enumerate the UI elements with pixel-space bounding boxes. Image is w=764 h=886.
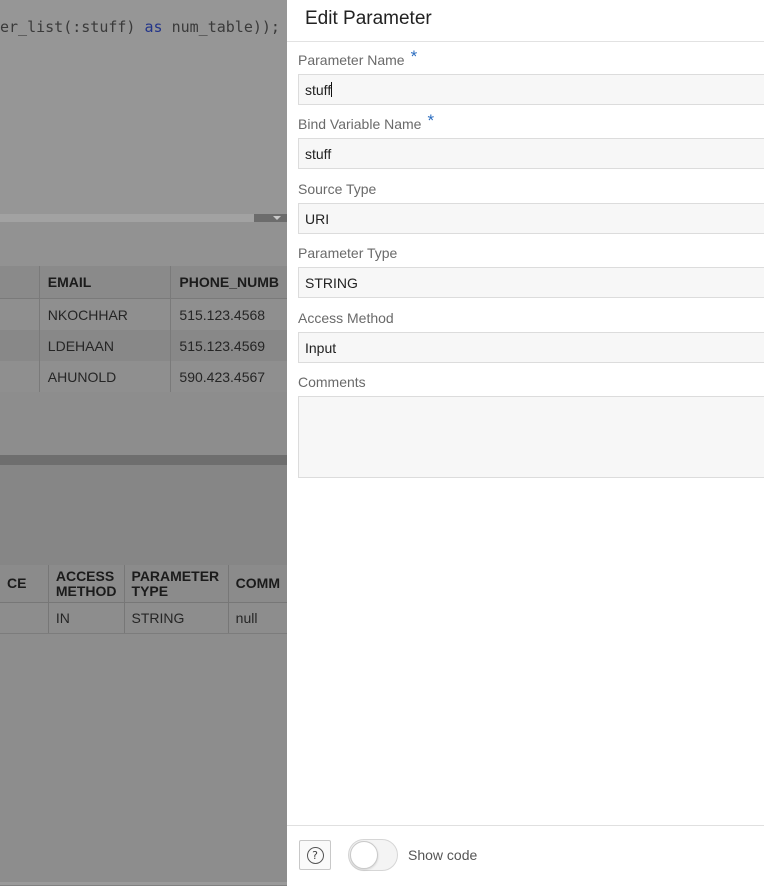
table-row[interactable]: NKOCHHAR 515.123.4568	[0, 298, 287, 330]
toggle-knob	[350, 841, 378, 869]
column-header-email[interactable]: EMAIL	[38, 266, 171, 299]
panel-header-band	[0, 465, 287, 565]
column-header-blank	[0, 266, 40, 299]
comments-label-text: Comments	[298, 374, 366, 390]
table-cell	[0, 361, 40, 392]
parameter-type-select[interactable]: STRING	[298, 267, 764, 298]
table-cell: LDEHAAN	[38, 330, 171, 361]
column-header-comments[interactable]: COMM	[227, 565, 287, 603]
table-cell: NKOCHHAR	[38, 298, 171, 330]
show-code-label: Show code	[408, 847, 478, 863]
results-grid: EMAIL PHONE_NUMB NKOCHHAR 515.123.4568 L…	[0, 266, 287, 392]
column-header-phone[interactable]: PHONE_NUMB	[170, 266, 287, 299]
results-toolbar	[0, 222, 287, 266]
bind-variable-name-value: stuff	[305, 145, 332, 162]
source-type-field: Source Type URI	[298, 181, 764, 234]
table-cell	[0, 330, 40, 361]
column-header-source[interactable]: CE	[0, 565, 49, 603]
bind-variable-name-label: Bind Variable Name *	[298, 111, 764, 138]
table-cell: AHUNOLD	[38, 361, 171, 392]
background-app: er_list(:stuff) as num_table)); EMAIL PH…	[0, 0, 287, 885]
column-header-parameter-type[interactable]: PARAMETER TYPE	[123, 565, 229, 603]
edit-parameter-panel: Edit Parameter Parameter Name * stuff Bi…	[287, 0, 764, 886]
bind-variable-name-field: Bind Variable Name * stuff	[298, 111, 764, 169]
parameter-type-label: Parameter Type	[298, 245, 764, 267]
comments-field: Comments	[298, 374, 764, 478]
code-text-suffix: num_table));	[162, 18, 280, 36]
bind-variable-name-label-text: Bind Variable Name	[298, 116, 422, 132]
source-type-label-text: Source Type	[298, 181, 377, 197]
source-type-label: Source Type	[298, 181, 764, 203]
code-keyword: as	[144, 18, 163, 36]
required-marker: *	[427, 111, 435, 130]
table-cell: 515.123.4568	[170, 298, 287, 330]
show-code-toggle[interactable]	[348, 839, 398, 871]
table-cell: STRING	[123, 602, 229, 634]
help-icon: ?	[306, 846, 324, 864]
parameter-type-field: Parameter Type STRING	[298, 245, 764, 298]
table-row[interactable]: AHUNOLD 590.423.4567	[0, 361, 287, 392]
text-caret	[331, 82, 333, 97]
code-editor[interactable]: er_list(:stuff) as num_table));	[0, 0, 287, 214]
access-method-label: Access Method	[298, 310, 764, 332]
code-text: er_list(:stuff)	[0, 18, 145, 36]
table-cell	[0, 298, 40, 330]
panel-footer: ? Show code	[287, 825, 764, 886]
code-line: er_list(:stuff) as num_table));	[0, 18, 280, 36]
parameter-name-label: Parameter Name *	[298, 47, 764, 74]
panel-divider	[287, 41, 764, 42]
access-method-value: Input	[305, 339, 337, 356]
source-type-select[interactable]: URI	[298, 203, 764, 234]
required-marker: *	[410, 47, 418, 66]
parameter-type-label-text: Parameter Type	[298, 245, 398, 261]
source-type-value: URI	[305, 210, 330, 227]
comments-label: Comments	[298, 374, 764, 396]
table-cell: null	[227, 602, 287, 634]
access-method-label-text: Access Method	[298, 310, 394, 326]
parameter-type-value: STRING	[305, 274, 358, 291]
help-button[interactable]: ?	[299, 840, 331, 870]
access-method-select[interactable]: Input	[298, 332, 764, 363]
collapse-grip-icon[interactable]	[254, 214, 287, 222]
table-cell: IN	[47, 602, 125, 634]
editor-splitter[interactable]	[0, 214, 287, 222]
panel-title: Edit Parameter	[305, 8, 432, 29]
table-row[interactable]: IN STRING null	[0, 602, 287, 634]
table-cell	[0, 602, 49, 634]
parameter-name-input[interactable]: stuff	[298, 74, 764, 105]
parameters-grid: CE ACCESS METHOD PARAMETER TYPE COMM IN …	[0, 565, 287, 634]
column-header-access-method[interactable]: ACCESS METHOD	[47, 565, 125, 603]
table-cell: 515.123.4569	[170, 330, 287, 361]
results-splitter[interactable]	[0, 455, 287, 465]
parameter-name-label-text: Parameter Name	[298, 52, 405, 68]
table-cell: 590.423.4567	[170, 361, 287, 392]
table-row[interactable]: LDEHAAN 515.123.4569	[0, 330, 287, 361]
bind-variable-name-input[interactable]: stuff	[298, 138, 764, 169]
comments-textarea[interactable]	[298, 396, 764, 478]
access-method-field: Access Method Input	[298, 310, 764, 363]
parameter-name-field: Parameter Name * stuff	[298, 47, 764, 105]
parameter-name-value: stuff	[305, 81, 332, 98]
